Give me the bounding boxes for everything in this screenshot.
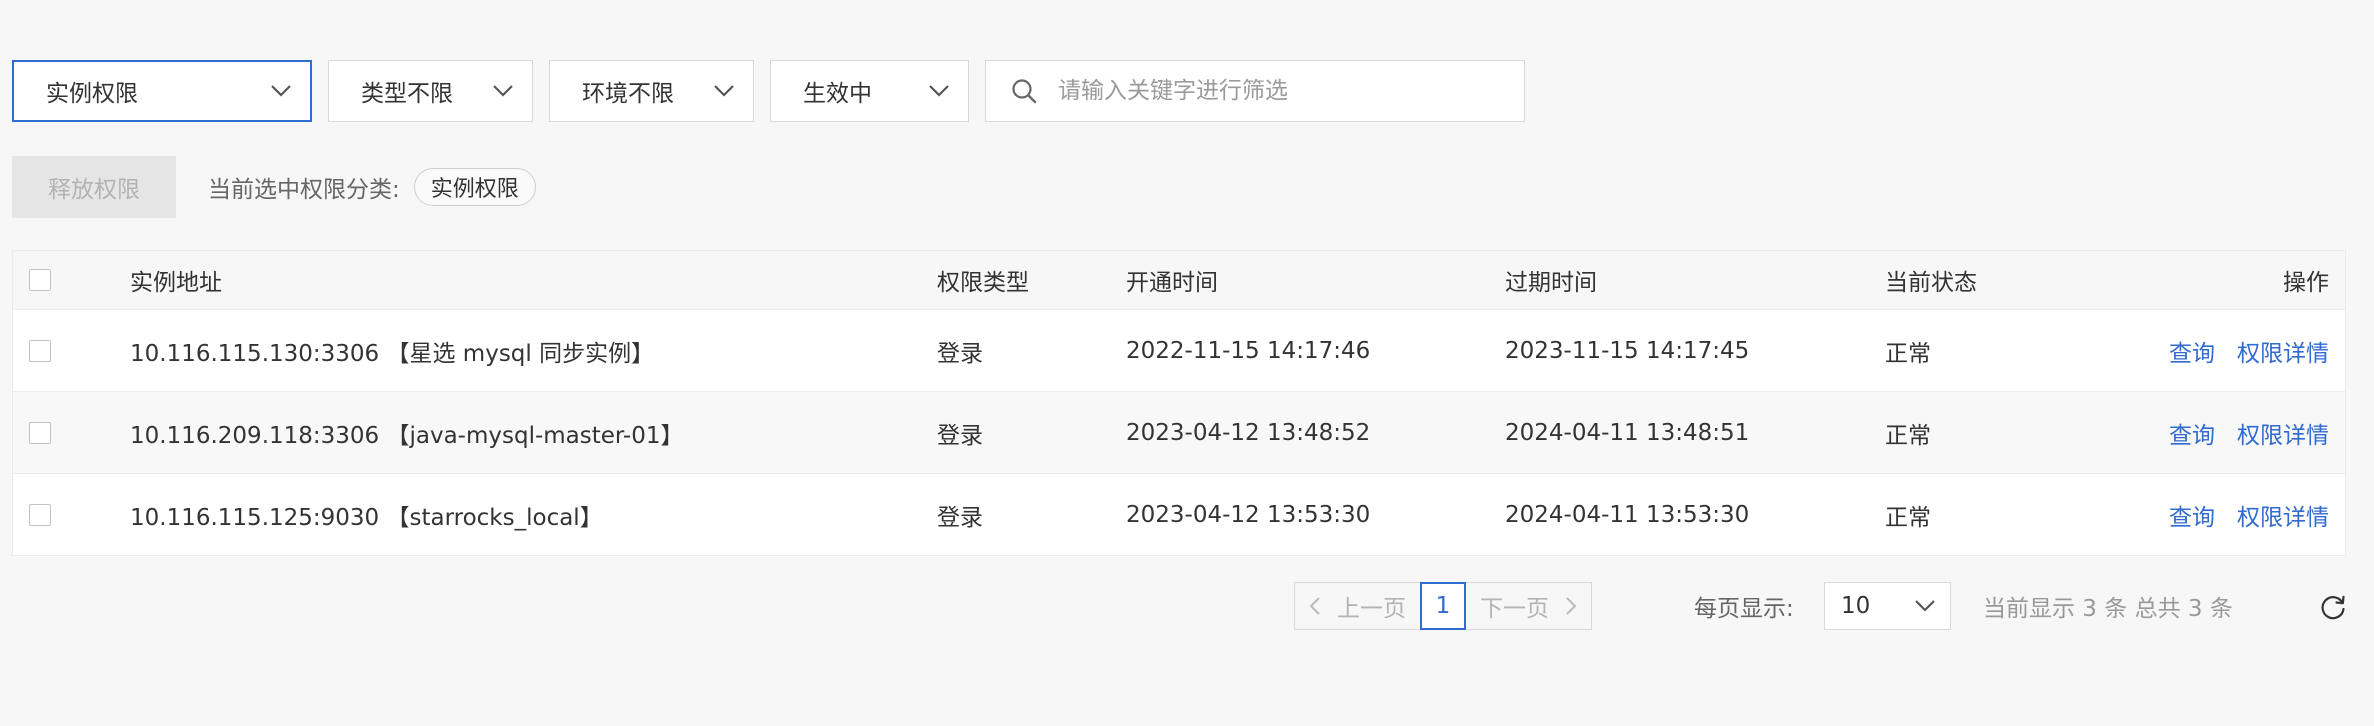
chevron-down-icon xyxy=(929,85,949,97)
row-address: 10.116.115.125:9030 【starrocks_local】 xyxy=(130,504,603,531)
status-select[interactable]: 生效中 xyxy=(770,60,969,122)
table-header: 实例地址 权限类型 开通时间 过期时间 当前状态 操作 xyxy=(13,251,2345,309)
search-icon xyxy=(1012,79,1037,104)
permission-detail-link[interactable]: 权限详情 xyxy=(2237,416,2329,450)
row-status: 正常 xyxy=(1885,340,1931,367)
chevron-down-icon xyxy=(714,85,734,97)
row-checkbox[interactable] xyxy=(29,503,51,526)
row-type: 登录 xyxy=(937,422,983,449)
permission-detail-link[interactable]: 权限详情 xyxy=(2237,498,2329,532)
header-status: 当前状态 xyxy=(1885,270,1977,296)
table-row: 10.116.209.118:3306 【java-mysql-master-0… xyxy=(13,391,2345,473)
type-select-label: 类型不限 xyxy=(361,81,453,107)
category-select[interactable]: 实例权限 xyxy=(12,60,312,122)
row-type: 登录 xyxy=(937,340,983,367)
next-page-label: 下一页 xyxy=(1480,596,1549,622)
per-page-label: 每页显示: xyxy=(1694,596,1794,622)
row-checkbox-cell xyxy=(29,310,51,391)
permission-detail-link[interactable]: 权限详情 xyxy=(2237,334,2329,368)
per-page-value: 10 xyxy=(1841,593,1871,619)
current-category-tag: 实例权限 xyxy=(413,168,536,206)
search-box xyxy=(985,60,1525,122)
prev-page-button[interactable]: 上一页 xyxy=(1294,582,1421,630)
type-select[interactable]: 类型不限 xyxy=(328,60,533,122)
action-bar: 释放权限 当前选中权限分类: 实例权限 xyxy=(12,156,536,218)
page-number-button[interactable]: 1 xyxy=(1420,582,1466,630)
header-address: 实例地址 xyxy=(130,270,222,296)
current-category-label: 当前选中权限分类: xyxy=(208,177,400,203)
row-address: 10.116.209.118:3306 【java-mysql-master-0… xyxy=(130,422,684,449)
search-input[interactable] xyxy=(1056,77,1520,105)
row-address: 10.116.115.130:3306 【星选 mysql 同步实例】 xyxy=(130,340,655,367)
row-checkbox[interactable] xyxy=(29,421,51,444)
row-open-time: 2023-04-12 13:48:52 xyxy=(1126,419,1371,446)
total-count-text: 当前显示 3 条 总共 3 条 xyxy=(1983,596,2233,622)
pagination: 上一页 1 下一页 xyxy=(1294,582,1592,630)
env-select-label: 环境不限 xyxy=(582,81,674,107)
table-row: 10.116.115.130:3306 【星选 mysql 同步实例】 登录 2… xyxy=(13,309,2345,391)
row-checkbox-cell xyxy=(29,392,51,473)
row-open-time: 2023-04-12 13:53:30 xyxy=(1126,501,1371,528)
row-status: 正常 xyxy=(1885,504,1931,531)
query-link[interactable]: 查询 xyxy=(2169,416,2215,450)
query-link[interactable]: 查询 xyxy=(2169,334,2215,368)
header-ops: 操作 xyxy=(2283,270,2329,296)
row-type: 登录 xyxy=(937,504,983,531)
chevron-down-icon xyxy=(271,85,291,97)
row-status: 正常 xyxy=(1885,422,1931,449)
category-select-label: 实例权限 xyxy=(46,81,138,107)
env-select[interactable]: 环境不限 xyxy=(549,60,754,122)
row-ops: 查询 权限详情 xyxy=(2169,310,2329,391)
refresh-icon[interactable] xyxy=(2318,592,2348,622)
query-link[interactable]: 查询 xyxy=(2169,498,2215,532)
next-page-button[interactable]: 下一页 xyxy=(1465,582,1592,630)
row-checkbox[interactable] xyxy=(29,339,51,362)
row-checkbox-cell xyxy=(29,474,51,555)
header-type: 权限类型 xyxy=(937,270,1029,296)
row-ops: 查询 权限详情 xyxy=(2169,392,2329,473)
per-page-select[interactable]: 10 xyxy=(1824,582,1951,630)
chevron-left-icon xyxy=(1309,597,1320,615)
select-all-checkbox[interactable] xyxy=(29,269,51,291)
chevron-right-icon xyxy=(1566,597,1577,615)
status-select-label: 生效中 xyxy=(803,81,872,107)
release-permission-button[interactable]: 释放权限 xyxy=(12,156,176,218)
header-open-time: 开通时间 xyxy=(1126,270,1218,296)
chevron-down-icon xyxy=(1915,600,1935,612)
header-checkbox-cell xyxy=(29,251,51,309)
row-open-time: 2022-11-15 14:17:46 xyxy=(1126,337,1371,364)
row-expire-time: 2024-04-11 13:53:30 xyxy=(1505,501,1750,528)
row-expire-time: 2023-11-15 14:17:45 xyxy=(1505,337,1750,364)
row-ops: 查询 权限详情 xyxy=(2169,474,2329,555)
row-expire-time: 2024-04-11 13:48:51 xyxy=(1505,419,1750,446)
header-expire-time: 过期时间 xyxy=(1505,270,1597,296)
chevron-down-icon xyxy=(493,85,513,97)
filter-bar: 实例权限 类型不限 环境不限 生效中 xyxy=(12,60,1525,122)
table-row: 10.116.115.125:9030 【starrocks_local】 登录… xyxy=(13,473,2345,555)
permission-table: 实例地址 权限类型 开通时间 过期时间 当前状态 操作 10.116.115.1… xyxy=(12,250,2346,556)
prev-page-label: 上一页 xyxy=(1337,596,1406,622)
